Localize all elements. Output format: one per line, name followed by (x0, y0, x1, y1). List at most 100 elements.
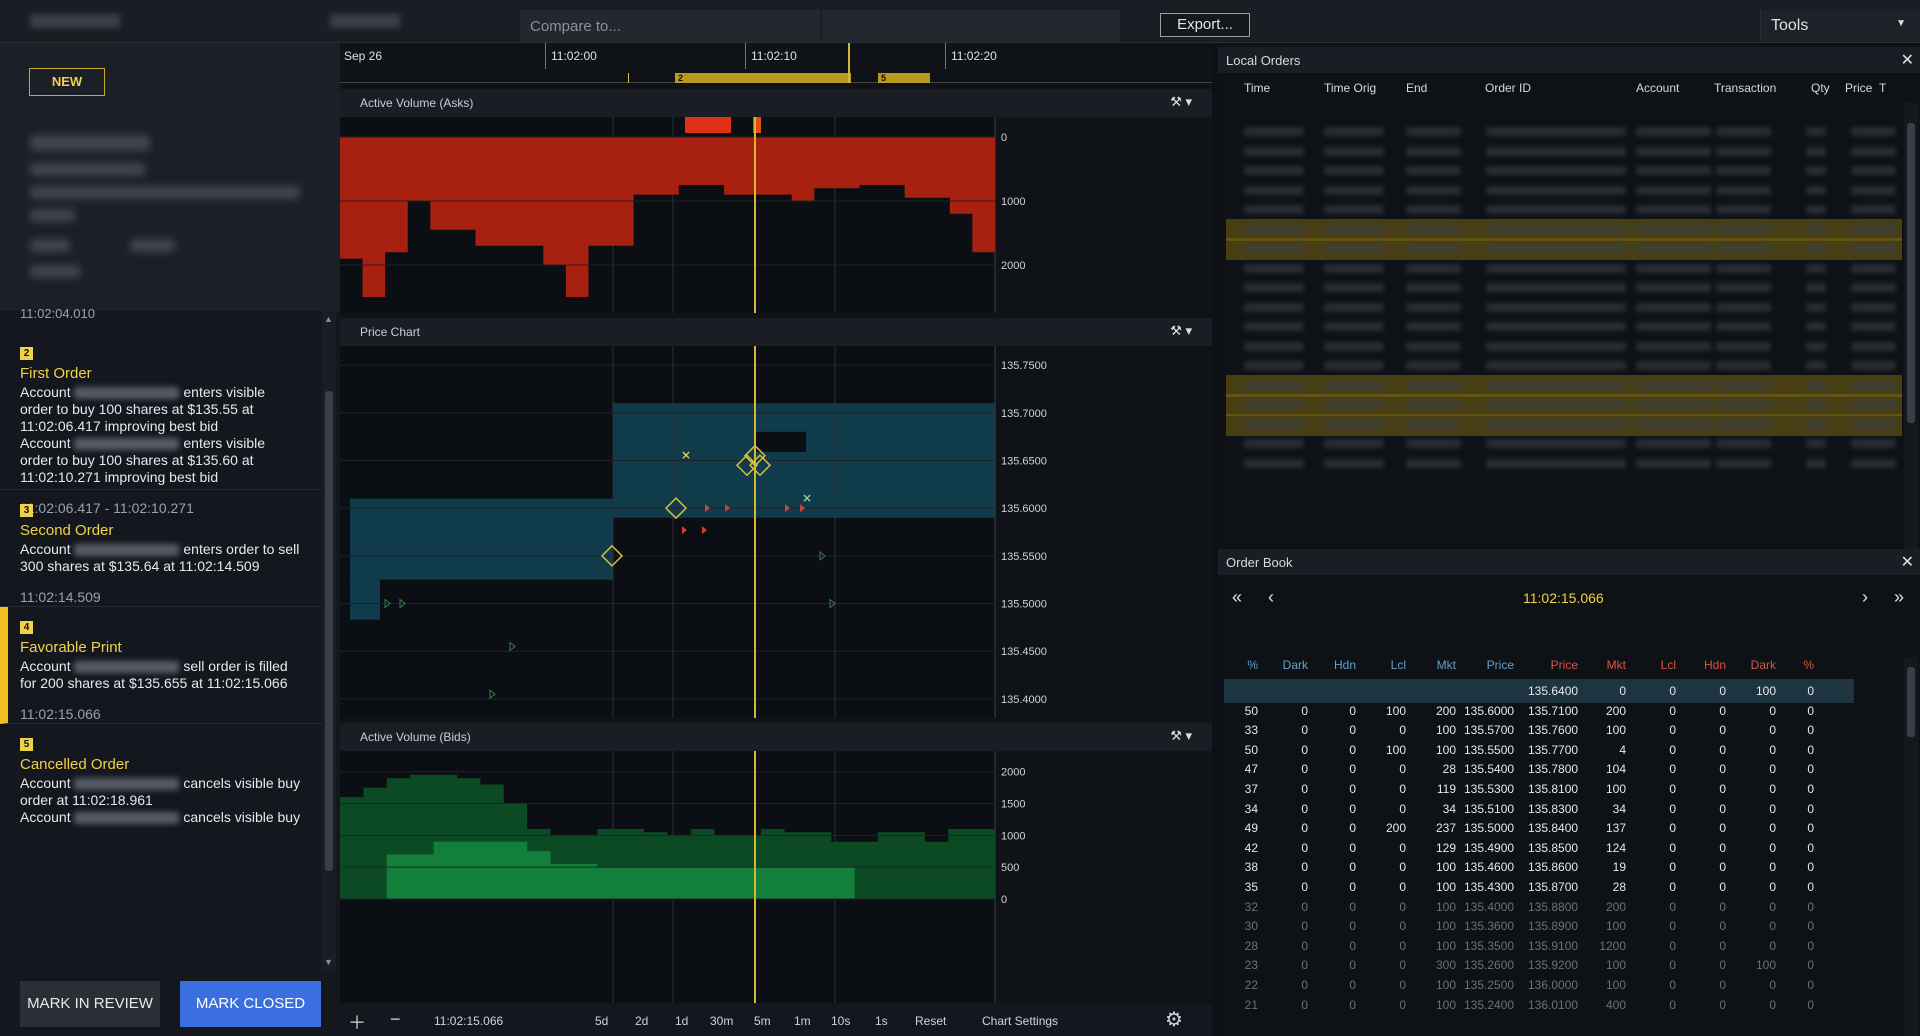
event-item[interactable]: 3 Second Order Account enters order to sel… (0, 490, 322, 607)
table-cell: 0 (1399, 860, 1406, 875)
scroll-thumb[interactable] (325, 391, 333, 871)
redacted-cell (1636, 400, 1711, 409)
panel-tools-icon[interactable]: ⚒ ▾ (1170, 94, 1192, 110)
redacted-cell (1324, 439, 1384, 448)
column-header[interactable]: Price (1464, 658, 1514, 672)
table-cell: 0 (1669, 899, 1676, 914)
zoom-out-icon[interactable]: − (390, 1009, 401, 1030)
table-cell: 135.8300 (1528, 801, 1579, 816)
gear-icon[interactable]: ⚙ (1165, 1007, 1183, 1032)
price-chart[interactable]: 135.7500 135.7000 135.6500 135.6000 135.5500… (340, 346, 1212, 718)
table-cell: 100 (1435, 860, 1456, 875)
range-1d[interactable]: 1d (675, 1014, 688, 1028)
asks-chart[interactable]: 0 1000 2000 (340, 117, 1212, 313)
scroll-thumb[interactable] (1907, 123, 1915, 423)
column-header[interactable]: Price (1528, 658, 1578, 672)
bids-chart[interactable]: 2000 1500 1000 500 0 (340, 751, 1212, 1003)
column-header[interactable]: Time Orig (1324, 81, 1376, 95)
range-10s[interactable]: 10s (831, 1014, 850, 1028)
column-header[interactable]: % (1208, 658, 1258, 672)
local-orders-table[interactable]: Time Time Orig End Order ID Account Tran… (1218, 73, 1920, 565)
compare-input[interactable]: Compare to... (520, 10, 820, 42)
column-header[interactable]: Mkt (1406, 658, 1456, 672)
close-icon[interactable]: ✕ (1901, 50, 1914, 70)
next-icon[interactable]: › (1862, 587, 1868, 608)
event-marker-5[interactable]: 5 (878, 73, 930, 83)
column-header[interactable]: Lcl (1626, 658, 1676, 672)
redacted-cell (1406, 419, 1461, 429)
event-text: sell order is filled (179, 658, 288, 674)
last-icon[interactable]: » (1894, 587, 1904, 608)
order-book-scrollbar[interactable] (1904, 657, 1918, 1036)
event-marker-2[interactable]: 2 (675, 73, 851, 83)
column-header[interactable]: Lcl (1356, 658, 1406, 672)
table-cell: 0 (1669, 919, 1676, 934)
filter-dropdown[interactable] (822, 10, 1120, 42)
range-2d[interactable]: 2d (635, 1014, 648, 1028)
panel-tools-icon[interactable]: ⚒ ▾ (1170, 323, 1192, 339)
column-header[interactable]: Qty (1811, 81, 1830, 95)
first-icon[interactable]: « (1232, 587, 1242, 608)
event-list[interactable]: 2 First Order Account enters visible order … (0, 311, 322, 971)
zoom-in-icon[interactable]: ＋ (348, 1009, 366, 1035)
table-row[interactable]: 21 0 0 0 100 135.2400 136.0100 400 0 0 0 0 (1224, 993, 1854, 1017)
range-1m[interactable]: 1m (794, 1014, 811, 1028)
redacted-cell (1486, 127, 1626, 136)
range-1s[interactable]: 1s (875, 1014, 888, 1028)
scroll-thumb[interactable] (1907, 667, 1915, 737)
column-header[interactable]: Hdn (1676, 658, 1726, 672)
range-5m[interactable]: 5m (754, 1014, 771, 1028)
column-header[interactable]: Order ID (1485, 81, 1531, 95)
event-title: Cancelled Order (20, 756, 130, 773)
event-item[interactable]: 5 Cancelled Order Account cancels visible … (0, 724, 322, 971)
column-header[interactable]: Time (1244, 81, 1270, 95)
redacted-cell (1486, 224, 1626, 234)
panel-tools-icon[interactable]: ⚒ ▾ (1170, 728, 1192, 744)
column-header[interactable]: T (1879, 81, 1886, 95)
timeline[interactable]: Sep 26 11:02:00 11:02:10 11:02:20 2 5 (340, 43, 1212, 83)
column-header[interactable]: Price (1845, 81, 1872, 95)
redacted-cell (1406, 224, 1461, 234)
column-header[interactable]: Account (1636, 81, 1679, 95)
range-30m[interactable]: 30m (710, 1014, 733, 1028)
table-cell: 0 (1301, 978, 1308, 992)
mark-closed-button[interactable]: MARK CLOSED (180, 981, 321, 1027)
redacted-cell (1716, 302, 1771, 312)
column-header[interactable]: End (1406, 81, 1427, 95)
account-label: Account (20, 435, 75, 451)
event-scrollbar[interactable]: ▲ ▼ (322, 311, 336, 971)
local-orders-scrollbar[interactable] (1904, 103, 1918, 563)
order-book-table[interactable]: % Dark Hdn Lcl Mkt Price Price Mkt Lcl Hdn Dark% 13… (1218, 617, 1920, 1036)
column-header[interactable]: % (1764, 658, 1814, 672)
chart-settings-button[interactable]: Chart Settings (982, 1014, 1058, 1028)
close-icon[interactable]: ✕ (1901, 552, 1914, 572)
redacted-cell (1406, 322, 1461, 331)
redacted-cell (1244, 224, 1304, 234)
export-button[interactable]: Export... (1160, 13, 1250, 37)
prev-icon[interactable]: ‹ (1268, 587, 1274, 608)
event-line: 11:02:10.271 improving best bid (20, 469, 219, 485)
event-item[interactable]: 4 Favorable Print Account sell order is fi… (0, 607, 322, 724)
chart-area: Sep 26 11:02:00 11:02:10 11:02:20 2 5 Ac… (340, 43, 1212, 1036)
event-marker-line (628, 73, 629, 83)
tools-menu[interactable]: Tools ▼ (1760, 10, 1920, 42)
column-header[interactable]: Dark (1258, 658, 1308, 672)
event-line: Account enters visible (20, 384, 322, 401)
reset-button[interactable]: Reset (915, 1014, 946, 1028)
table-cell: 0 (1301, 821, 1308, 836)
table-cell: 0 (1669, 801, 1676, 816)
scroll-down-icon[interactable]: ▼ (324, 957, 333, 967)
column-header[interactable]: Mkt (1576, 658, 1626, 672)
range-5d[interactable]: 5d (595, 1014, 608, 1028)
event-line: Account enters visible (20, 435, 322, 452)
scroll-up-icon[interactable]: ▲ (324, 314, 333, 324)
bids-tick-label: 2000 (1001, 767, 1025, 779)
redacted-cell (1324, 146, 1384, 156)
column-header[interactable]: Transaction (1714, 81, 1776, 95)
event-item[interactable]: 2 First Order Account enters visible order … (0, 333, 322, 516)
redacted-cell (1324, 322, 1384, 331)
column-header[interactable]: Hdn (1306, 658, 1356, 672)
mark-in-review-button[interactable]: MARK IN REVIEW (20, 981, 160, 1027)
table-row[interactable] (1226, 453, 1902, 475)
redacted-cell (1851, 322, 1896, 331)
